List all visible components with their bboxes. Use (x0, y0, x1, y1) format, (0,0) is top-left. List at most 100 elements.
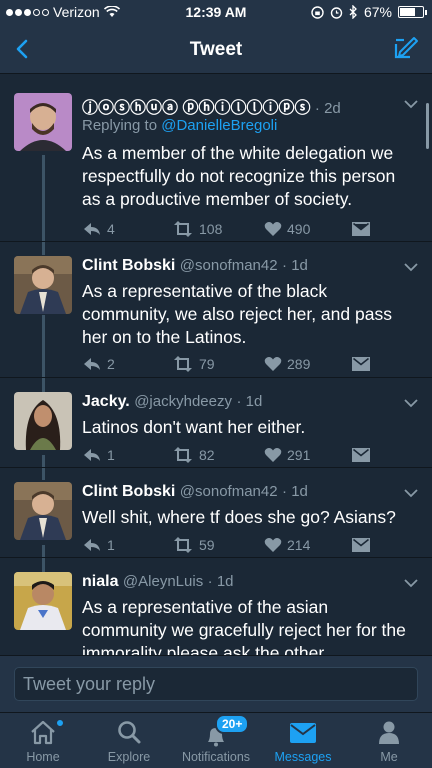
tweet[interactable]: ⓙⓞⓢⓗⓤⓐ ⓟⓗⓘⓛⓛⓘⓟⓢ · 2d Replying to @Daniel… (0, 75, 432, 242)
battery-icon (398, 6, 427, 18)
tweet[interactable]: Clint Bobski @sonofman42 · 1d As a repre… (0, 242, 432, 378)
tweet-header: niala @AleynLuis · 1d (82, 573, 234, 591)
direct-message-button[interactable] (352, 354, 370, 374)
chevron-down-icon[interactable] (404, 488, 418, 498)
display-name[interactable]: Clint Bobski (82, 483, 175, 500)
tab-label: Explore (107, 750, 151, 764)
retweet-button[interactable]: 59 (172, 535, 215, 555)
conversation-thread[interactable]: ⓙⓞⓢⓗⓤⓐ ⓟⓗⓘⓛⓛⓘⓟⓢ · 2d Replying to @Daniel… (0, 75, 432, 655)
user-handle[interactable]: @sonofman42 (180, 257, 278, 274)
display-name[interactable]: Clint Bobski (82, 257, 175, 274)
retweet-button[interactable]: 79 (172, 354, 215, 374)
reply-button[interactable]: 1 (82, 535, 115, 555)
retweet-icon (174, 537, 192, 553)
direct-message-button[interactable] (352, 535, 370, 555)
direct-message-button[interactable] (352, 445, 370, 465)
replying-to-prefix: Replying to (82, 117, 162, 134)
retweet-button[interactable]: 108 (172, 219, 222, 239)
chevron-down-icon[interactable] (404, 262, 418, 272)
tweet-header: ⓙⓞⓢⓗⓤⓐ ⓟⓗⓘⓛⓛⓘⓟⓢ · 2d (82, 94, 341, 118)
tweet-actions: 4 108 490 (82, 219, 382, 239)
reply-icon (84, 358, 100, 370)
tab-bar: Home Explore 20+ Notifications Messages … (0, 712, 432, 768)
like-button[interactable]: 289 (264, 354, 310, 374)
display-name[interactable]: niala (82, 573, 118, 590)
tweet-text: As a member of the white delegation we r… (82, 143, 396, 209)
avatar[interactable] (14, 482, 72, 540)
avatar[interactable] (14, 256, 72, 314)
tweet[interactable]: Clint Bobski @sonofman42 · 1d Well shit,… (0, 468, 432, 558)
reply-button[interactable]: 1 (82, 445, 115, 465)
retweet-icon (174, 447, 192, 463)
reply-button[interactable]: 2 (82, 354, 115, 374)
like-button[interactable]: 291 (264, 445, 310, 465)
tab-label: Home (26, 750, 60, 764)
tweet-text: Latinos don't want her either. (82, 417, 306, 437)
chevron-down-icon[interactable] (404, 578, 418, 588)
tab-notifications[interactable]: 20+ Notifications (172, 713, 260, 768)
navigation-bar: Tweet (0, 24, 432, 74)
reply-count: 1 (107, 537, 115, 553)
reply-icon (84, 539, 100, 551)
tab-messages[interactable]: Messages (260, 713, 346, 768)
retweet-icon (174, 221, 192, 237)
reply-count: 4 (107, 221, 115, 237)
like-count: 289 (287, 356, 311, 372)
envelope-icon (352, 357, 370, 371)
retweet-count: 82 (199, 447, 215, 463)
page-title: Tweet (189, 39, 243, 60)
like-button[interactable]: 490 (264, 219, 310, 239)
heart-icon (264, 538, 282, 552)
like-button[interactable]: 214 (264, 535, 310, 555)
heart-icon (264, 448, 282, 462)
tweet[interactable]: Jacky. @jackyhdeezy · 1d Latinos don't w… (0, 378, 432, 468)
avatar[interactable] (14, 93, 72, 151)
compose-tweet-icon[interactable] (390, 32, 422, 64)
tweet-actions: 1 59 214 (82, 535, 382, 555)
retweet-button[interactable]: 82 (172, 445, 215, 465)
tweet-time: · 1d (207, 573, 234, 590)
avatar[interactable] (14, 392, 72, 450)
retweet-count: 108 (199, 221, 223, 237)
user-handle[interactable]: @sonofman42 (180, 483, 278, 500)
person-icon (379, 721, 399, 744)
tweet-time: · 1d (282, 483, 308, 500)
tab-label: Messages (274, 750, 332, 764)
chevron-down-icon[interactable] (404, 99, 418, 109)
display-name[interactable]: Jacky. (82, 393, 130, 410)
envelope-icon (352, 448, 370, 462)
replying-to-link[interactable]: @DanielleBregoli (161, 117, 277, 134)
battery-percent: 67% (363, 4, 392, 20)
user-handle[interactable]: @jackyhdeezy (134, 393, 232, 410)
tab-explore[interactable]: Explore (86, 713, 172, 768)
envelope-icon (352, 538, 370, 552)
reply-count: 2 (107, 356, 115, 372)
envelope-icon (352, 222, 370, 236)
like-count: 214 (287, 537, 311, 553)
status-icons: 67% (311, 4, 427, 20)
tweet-time: · 1d (282, 257, 308, 274)
new-content-indicator (56, 719, 64, 727)
tweet-header: Jacky. @jackyhdeezy · 1d (82, 393, 262, 411)
search-icon (118, 721, 141, 744)
retweet-icon (174, 356, 192, 372)
reply-input[interactable]: Tweet your reply (14, 667, 418, 701)
tab-home[interactable]: Home (0, 713, 86, 768)
heart-icon (264, 222, 282, 236)
tweet-header: Clint Bobski @sonofman42 · 1d (82, 257, 308, 275)
status-bar: Verizon 12:39 AM 67% (0, 0, 432, 24)
tweet[interactable]: niala @AleynLuis · 1d As a representativ… (0, 558, 432, 655)
avatar[interactable] (14, 572, 72, 630)
display-name[interactable]: ⓙⓞⓢⓗⓤⓐ ⓟⓗⓘⓛⓛⓘⓟⓢ (82, 100, 310, 117)
tweet-text: As a representative of the asian communi… (82, 597, 406, 655)
chevron-down-icon[interactable] (404, 398, 418, 408)
reply-count: 1 (107, 447, 115, 463)
scrollbar[interactable] (426, 103, 429, 149)
reply-button[interactable]: 4 (82, 219, 115, 239)
direct-message-button[interactable] (352, 219, 370, 239)
user-handle[interactable]: @AleynLuis (123, 573, 203, 590)
tweet-text: Well shit, where tf does she go? Asians? (82, 507, 396, 527)
retweet-count: 79 (199, 356, 215, 372)
alarm-icon (330, 6, 343, 19)
tab-me[interactable]: Me (346, 713, 432, 768)
